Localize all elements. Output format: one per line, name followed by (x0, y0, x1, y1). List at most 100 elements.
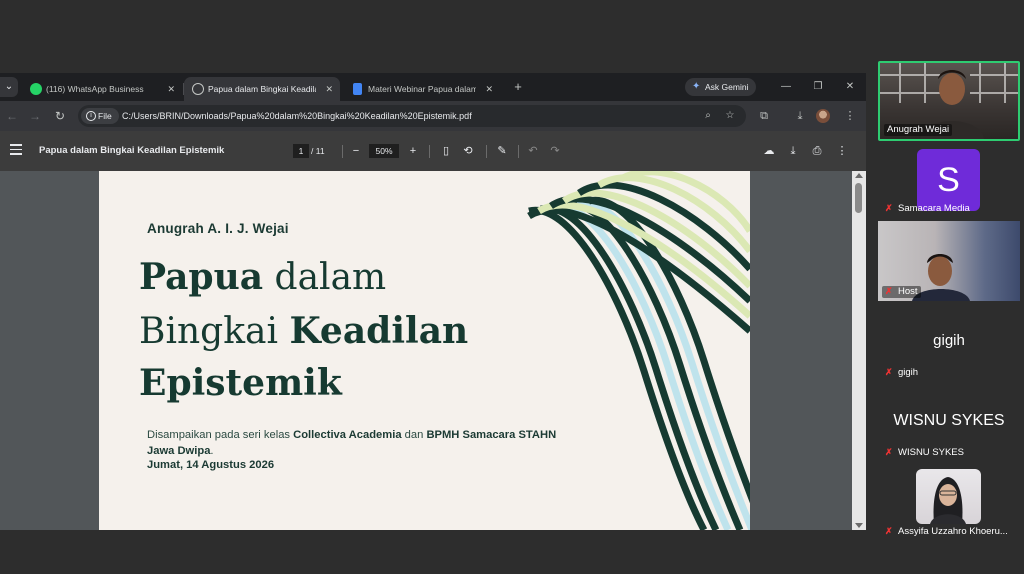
site-info-chip[interactable]: i File (81, 108, 119, 124)
gemini-icon: ✦ (692, 81, 701, 92)
back-button[interactable]: ← (4, 108, 20, 124)
participant-tile-anugrah[interactable]: Anugrah Wejai (878, 61, 1020, 141)
new-tab-button[interactable]: + (510, 77, 526, 97)
title-light-dalam: dalam (263, 257, 387, 298)
menu-icon[interactable] (10, 144, 22, 158)
subtitle-end: . (210, 445, 214, 457)
avatar: S (917, 149, 980, 211)
docs-icon (353, 83, 362, 95)
more-menu-icon[interactable]: ⋮ (842, 108, 858, 124)
globe-icon (192, 83, 204, 95)
toolbar-divider (342, 145, 343, 158)
address-bar[interactable]: i File C:/Users/BRIN/Downloads/Papua%20d… (78, 105, 746, 127)
downloads-icon[interactable]: ⤓ (792, 108, 808, 124)
participant-name-row: ✗ WISNU SYKES (882, 447, 967, 459)
mic-off-icon: ✗ (885, 367, 893, 377)
tab-title: Materi Webinar Papua dalam K (368, 84, 476, 94)
slide-subtitle: Disampaikan pada seri kelas Collectiva A… (147, 427, 567, 459)
rotate-icon[interactable]: ⟲ (460, 143, 476, 159)
slide-title-line-3: Epistemik (139, 361, 342, 406)
title-bold-keadilan: Keadilan (289, 310, 469, 352)
undo-icon[interactable]: ↶ (525, 143, 541, 159)
pdf-page: Anugrah A. I. J. Wejai Papua dalam Bingk… (99, 171, 750, 530)
avatar (916, 469, 981, 524)
subtitle-pre: Disampaikan pada seri kelas (147, 429, 294, 441)
participant-tile-gigih[interactable]: gigih ✗ gigih (878, 304, 1020, 382)
restore-button[interactable]: ❐ (806, 77, 830, 97)
pdf-toolbar: Papua dalam Bingkai Keadilan Epistemik 1… (0, 131, 866, 171)
scrollbar-thumb[interactable] (855, 183, 862, 213)
pdf-title: Papua dalam Bingkai Keadilan Epistemik (39, 145, 225, 156)
toolbar-divider (518, 145, 519, 158)
meeting-stage: ⌄ (116) WhatsApp Business ✕ Papua dalam … (0, 0, 1024, 574)
browser-window: ⌄ (116) WhatsApp Business ✕ Papua dalam … (0, 73, 866, 530)
title-bold-papua: Papua (139, 256, 264, 298)
participant-name-row: ✗ Assyifa Uzzahro Khoeru... (882, 526, 1011, 538)
download-icon[interactable]: ⤓ (785, 143, 801, 159)
close-window-button[interactable]: ✕ (838, 77, 862, 97)
ask-gemini-label: Ask Gemini (705, 82, 749, 92)
toolbar-divider (429, 145, 430, 158)
slide-date: Jumat, 14 Agustus 2026 (147, 459, 275, 471)
tab-title: Papua dalam Bingkai Keadilan E (208, 84, 316, 94)
title-bold-epistemik: Epistemik (139, 362, 342, 404)
participant-name-row: ✗ gigih (882, 367, 921, 379)
close-icon[interactable]: ✕ (167, 77, 175, 101)
tab-title: (116) WhatsApp Business (46, 84, 144, 94)
site-info-label: File (98, 111, 112, 121)
tab-docs[interactable]: Materi Webinar Papua dalam K ✕ (344, 77, 500, 101)
ask-gemini-button[interactable]: ✦ Ask Gemini (685, 78, 757, 96)
close-icon[interactable]: ✕ (485, 77, 493, 101)
scrollbar[interactable] (852, 171, 866, 530)
scroll-down-arrow[interactable] (855, 523, 863, 528)
participant-name: gigih (898, 367, 919, 378)
mic-off-icon: ✗ (885, 286, 893, 296)
participant-tile-samacara[interactable]: S ✗ Samacara Media (878, 146, 1020, 218)
participant-display-name: WISNU SYKES (893, 412, 1005, 429)
slide-title-line-2: Bingkai Keadilan (139, 309, 468, 354)
participant-name: Host (898, 286, 918, 297)
tab-pdf[interactable]: Papua dalam Bingkai Keadilan E ✕ (184, 77, 340, 101)
participant-name-row: ✗ Host (882, 286, 921, 298)
participant-name: Assyifa Uzzahro Khoeru... (898, 526, 1008, 537)
scroll-up-arrow[interactable] (855, 173, 863, 178)
zoom-in-button[interactable]: + (405, 143, 421, 159)
drive-save-icon[interactable]: ☁ (761, 143, 777, 159)
zoom-icon[interactable]: ⌕ (700, 108, 716, 124)
close-icon[interactable]: ✕ (325, 77, 333, 101)
participant-name: Samacara Media (898, 203, 970, 214)
title-light-bingkai: Bingkai (139, 311, 290, 352)
participant-name-row: ✗ Samacara Media (882, 203, 973, 215)
participant-name: Anugrah Wejai (884, 124, 953, 136)
tab-search-button[interactable]: ⌄ (0, 77, 18, 97)
participant-display-name: gigih (933, 332, 965, 349)
page-number-input[interactable]: 1 (293, 144, 309, 158)
page-total: / 11 (311, 146, 325, 156)
print-icon[interactable]: ⎙ (809, 143, 825, 159)
mic-off-icon: ✗ (885, 203, 893, 213)
subtitle-mid: dan (401, 429, 427, 441)
extensions-icon[interactable]: ⧉ (756, 108, 772, 124)
forward-button[interactable]: → (27, 108, 43, 124)
participant-tile-assyifa[interactable]: ✗ Assyifa Uzzahro Khoeru... (878, 467, 1020, 543)
toolbar-divider (486, 145, 487, 158)
minimize-button[interactable]: — (774, 77, 798, 97)
info-icon: i (86, 111, 96, 121)
pdf-canvas[interactable]: Anugrah A. I. J. Wejai Papua dalam Bingk… (0, 171, 852, 530)
zoom-input[interactable]: 50% (369, 144, 399, 158)
mic-off-icon: ✗ (885, 447, 893, 457)
annotate-icon[interactable]: ✎ (494, 143, 510, 159)
reload-button[interactable]: ↻ (52, 108, 68, 124)
profile-avatar[interactable] (816, 109, 830, 123)
zoom-out-button[interactable]: − (348, 143, 364, 159)
more-options-icon[interactable]: ⋮ (834, 143, 850, 159)
subtitle-collectiva: Collectiva Academia (293, 429, 402, 441)
participant-tile-host[interactable]: ✗ Host (878, 221, 1020, 301)
redo-icon[interactable]: ↷ (547, 143, 563, 159)
participant-tile-wisnu[interactable]: WISNU SYKES ✗ WISNU SYKES (878, 384, 1020, 462)
participant-name: WISNU SYKES (898, 447, 964, 458)
fit-page-icon[interactable]: ▯ (438, 143, 454, 159)
tab-whatsapp[interactable]: (116) WhatsApp Business ✕ (22, 77, 182, 101)
url-text[interactable]: C:/Users/BRIN/Downloads/Papua%20dalam%20… (122, 105, 472, 127)
star-icon[interactable]: ☆ (722, 108, 738, 124)
